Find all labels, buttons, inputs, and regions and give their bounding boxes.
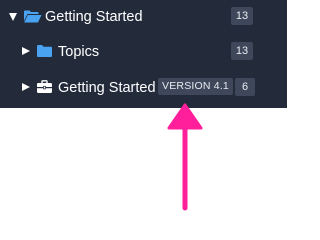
- caret-right-icon[interactable]: [22, 47, 30, 55]
- briefcase-icon: [37, 80, 52, 93]
- caret-right-icon[interactable]: [22, 83, 30, 91]
- caret-down-icon[interactable]: [9, 13, 17, 21]
- tree-item-label: Getting Started: [58, 80, 156, 96]
- open-folder-icon: [24, 10, 42, 23]
- folder-icon: [37, 45, 52, 57]
- item-count-badge: 6: [235, 78, 255, 96]
- navigation-tree: Getting Started 13 Topics 13 Getting Sta…: [0, 0, 287, 108]
- tree-item-label: Topics: [58, 44, 100, 60]
- tree-item-label: Getting Started: [45, 9, 143, 25]
- page: Getting Started 13 Topics 13 Getting Sta…: [0, 0, 287, 220]
- version-badge: VERSION 4.1: [158, 78, 233, 95]
- annotation-arrow-icon: [167, 103, 203, 211]
- item-count-badge: 13: [231, 7, 253, 25]
- tree-item-getting-started-version[interactable]: Getting Started VERSION 4.1 6: [0, 70, 287, 104]
- tree-item-topics[interactable]: Topics 13: [0, 34, 287, 68]
- tree-item-getting-started[interactable]: Getting Started 13: [0, 0, 287, 34]
- item-count-badge: 13: [231, 42, 253, 60]
